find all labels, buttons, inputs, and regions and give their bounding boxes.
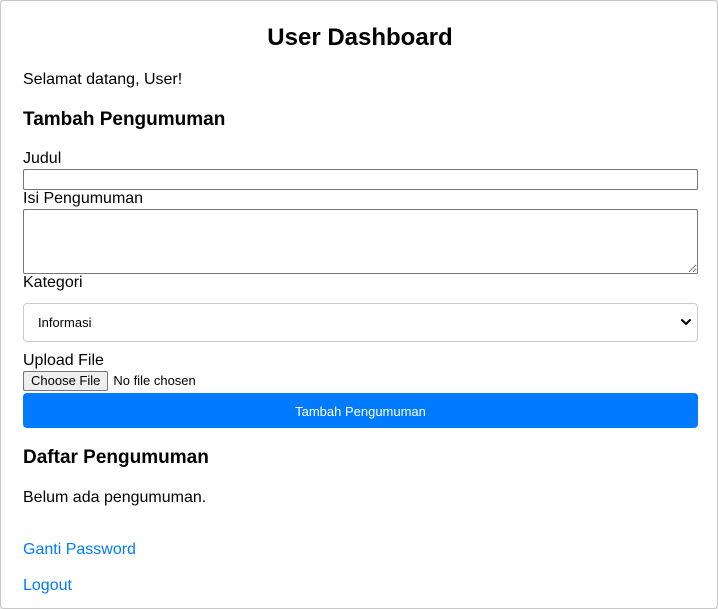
- chevron-down-icon: [681, 319, 691, 325]
- change-password-link[interactable]: Ganti Password: [23, 541, 697, 559]
- submit-announcement-button[interactable]: Tambah Pengumuman: [23, 393, 698, 428]
- title-input[interactable]: [23, 169, 698, 190]
- page-title: User Dashboard: [267, 24, 453, 51]
- content-label: Isi Pengumuman: [23, 190, 144, 207]
- category-select[interactable]: Informasi: [23, 303, 698, 342]
- welcome-message: Selamat datang, User!: [23, 71, 183, 88]
- category-label: Kategori: [23, 274, 83, 291]
- choose-file-button[interactable]: Choose File: [23, 371, 109, 391]
- file-input: Choose File No file chosen: [23, 371, 697, 391]
- content-textarea[interactable]: [23, 209, 698, 274]
- logout-link[interactable]: Logout: [23, 577, 697, 595]
- title-label: Judul: [23, 150, 62, 167]
- dashboard-card: User Dashboard Selamat datang, User! Tam…: [0, 0, 718, 609]
- upload-label: Upload File: [23, 352, 104, 369]
- announcement-list-heading: Daftar Pengumuman: [23, 447, 209, 468]
- category-selected-value: Informasi: [38, 315, 92, 330]
- file-status-text: No file chosen: [113, 373, 196, 388]
- empty-list-message: Belum ada pengumuman.: [23, 489, 207, 506]
- add-announcement-heading: Tambah Pengumuman: [23, 109, 226, 130]
